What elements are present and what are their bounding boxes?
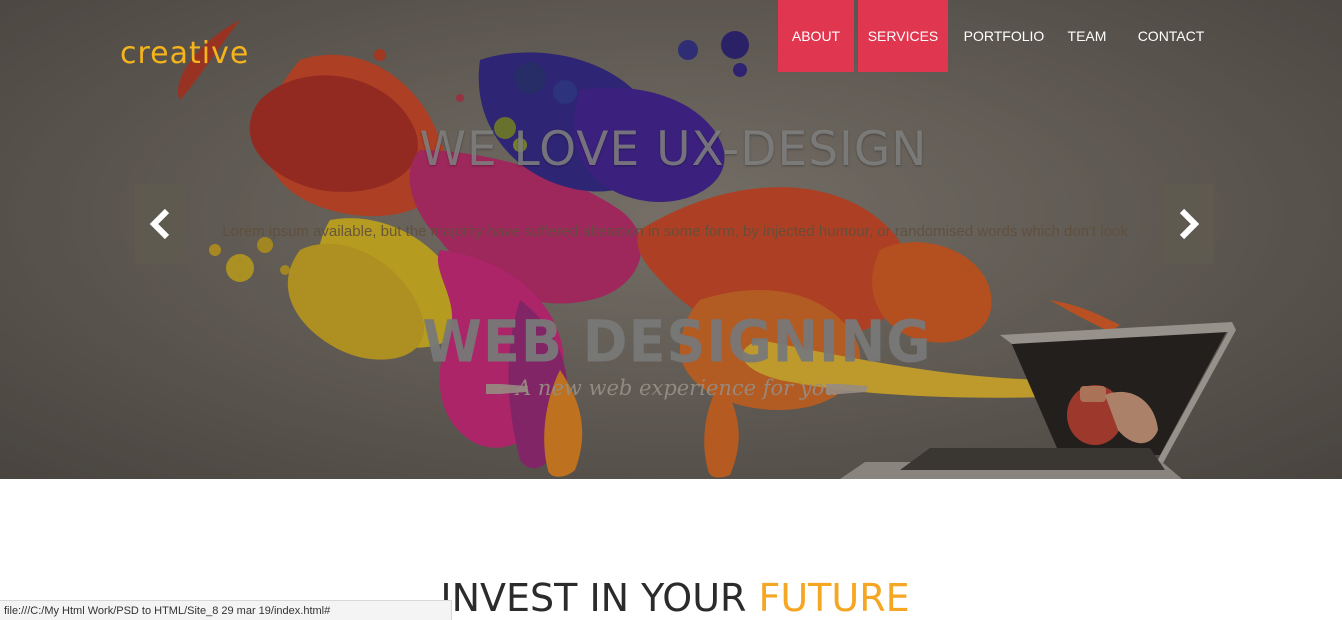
slide-title: WEB DESIGNING — [422, 307, 932, 376]
chevron-left-icon — [149, 208, 170, 240]
slide-headline: WE LOVE UX-DESIGN — [419, 122, 928, 177]
slide-tagline: A new web experience for you — [516, 376, 838, 400]
nav-item-team[interactable]: TEAM — [1056, 0, 1118, 72]
main-navigation: ABOUT SERVICES PORTFOLIO TEAM CONTACT — [778, 0, 1224, 72]
chevron-right-icon — [1179, 208, 1200, 240]
hero-slider: creative ABOUT SERVICES PORTFOLIO TEAM C… — [0, 0, 1342, 479]
nav-item-portfolio[interactable]: PORTFOLIO — [952, 0, 1056, 72]
slide-subtext: Lorem ipsum available, but the majority … — [222, 223, 1128, 240]
nav-item-about[interactable]: ABOUT — [778, 0, 854, 72]
nav-item-contact[interactable]: CONTACT — [1118, 0, 1224, 72]
status-url: file:///C:/My Html Work/PSD to HTML/Site… — [4, 605, 331, 617]
section-heading-main: INVEST IN YOUR — [440, 576, 759, 620]
nav-item-services[interactable]: SERVICES — [858, 0, 948, 72]
brand-logo[interactable]: creative — [120, 36, 249, 71]
section-heading-accent: FUTURE — [758, 576, 910, 620]
slider-prev-button[interactable] — [135, 184, 185, 264]
browser-status-bar: file:///C:/My Html Work/PSD to HTML/Site… — [0, 600, 452, 620]
slider-next-button[interactable] — [1164, 184, 1214, 264]
